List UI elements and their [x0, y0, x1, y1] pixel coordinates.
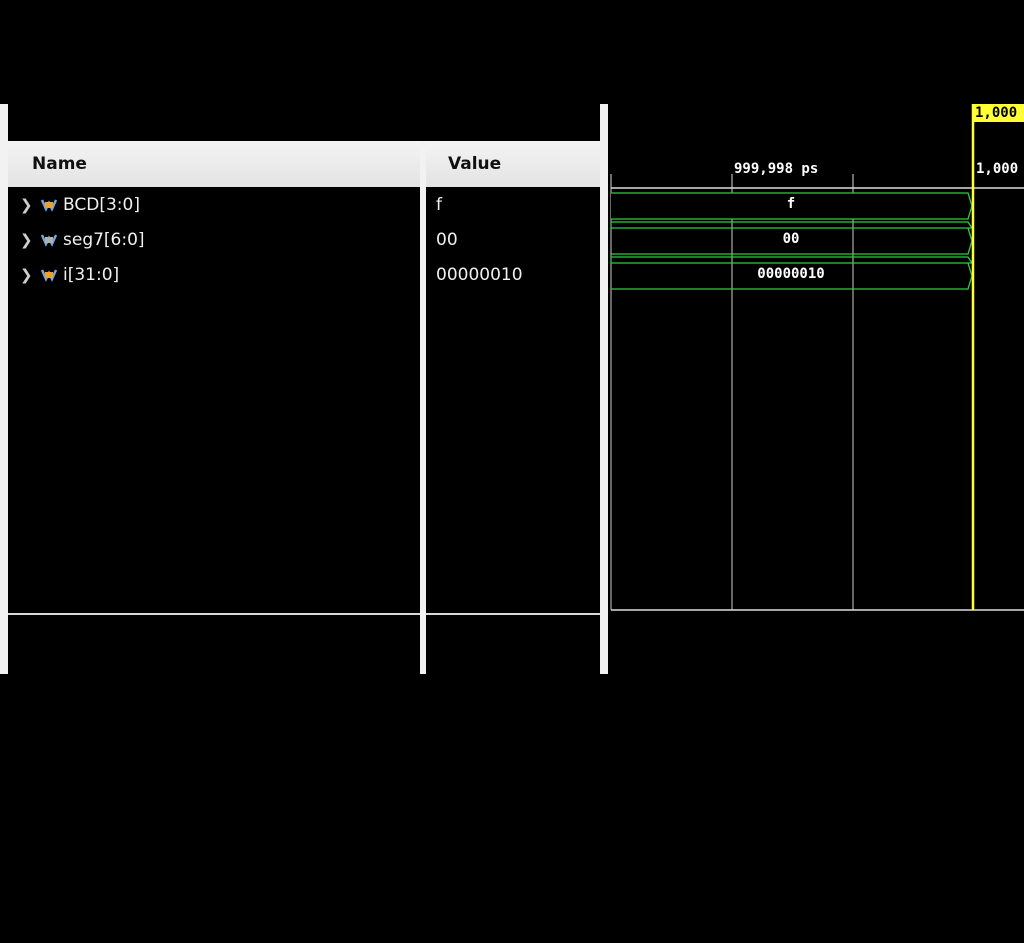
value-header-label: Value: [448, 154, 502, 174]
signal-name: BCD[3:0]: [63, 195, 140, 215]
signal-value: 00: [436, 230, 458, 250]
chevron-right-icon[interactable]: ❯: [20, 223, 34, 258]
name-column-header[interactable]: Name: [8, 141, 420, 187]
timeline-label-left: 999,998 ps: [734, 161, 819, 177]
waveform-canvas[interactable]: [608, 104, 1024, 674]
signal-panel-bottom-line: [8, 613, 420, 615]
signal-name: seg7[6:0]: [63, 230, 145, 250]
cursor-time-label: 1,000: [975, 105, 1018, 121]
signal-row[interactable]: ❯ BCD[3:0] f: [0, 188, 600, 223]
wave-value-label: f: [786, 196, 796, 212]
signal-value: f: [436, 195, 442, 215]
value-panel-bottom-line: [426, 613, 600, 615]
waveform-panel[interactable]: 1,000 999,998 ps 1,000: [608, 104, 1024, 674]
name-header-label: Name: [32, 154, 87, 174]
wave-value-label: 00000010: [757, 266, 825, 282]
signal-row[interactable]: ❯ i[31:0] 00000010: [0, 258, 600, 293]
timeline-label-right: 1,000: [976, 161, 1019, 177]
signal-row[interactable]: ❯ seg7[6:0] 00: [0, 223, 600, 258]
bus-icon: [40, 199, 58, 212]
bus-icon: [40, 234, 58, 247]
chevron-right-icon[interactable]: ❯: [20, 188, 34, 223]
value-column-header[interactable]: Value: [426, 141, 600, 187]
wave-value-label: 00: [782, 231, 800, 247]
bus-icon: [40, 269, 58, 282]
chevron-right-icon[interactable]: ❯: [20, 258, 34, 293]
signal-value: 00000010: [436, 265, 523, 285]
signal-name: i[31:0]: [63, 265, 120, 285]
value-wave-divider[interactable]: [600, 104, 608, 674]
